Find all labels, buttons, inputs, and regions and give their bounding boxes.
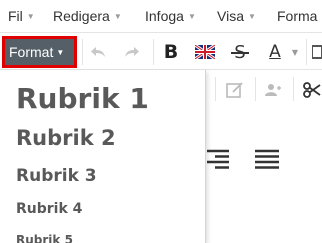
chevron-down-icon: ▼ (56, 48, 65, 57)
undo-icon[interactable] (88, 40, 108, 64)
chevron-down-icon: ▼ (247, 12, 256, 21)
menu-edit-label: Redigera (53, 8, 110, 24)
format-button-inner: Format ▼ (5, 39, 74, 65)
toolbar-separator (306, 39, 307, 65)
language-flag-icon[interactable] (194, 40, 216, 64)
menu-edit[interactable]: Redigera ▼ (53, 0, 122, 32)
format-dropdown-menu: Rubrik 1 Rubrik 2 Rubrik 3 Rubrik 4 Rubr… (0, 70, 206, 243)
toolbar-separator (215, 77, 216, 101)
menu-file[interactable]: Fil ▼ (8, 0, 35, 32)
bold-glyph: B (163, 41, 179, 63)
toolbar-separator (82, 39, 83, 65)
toolbar-separator (255, 77, 256, 101)
menu-insert[interactable]: Infoga ▼ (145, 0, 196, 32)
menu-item-heading-3[interactable]: Rubrik 3 (16, 166, 97, 186)
redo-icon[interactable] (122, 40, 142, 64)
editor-body (205, 108, 322, 243)
toolbar-row-2 (205, 70, 322, 108)
menu-file-label: Fil (8, 8, 23, 24)
strikethrough-icon[interactable]: S (230, 40, 250, 64)
menu-bar: Fil ▼ Redigera ▼ Infoga ▼ Visa ▼ Forma (0, 0, 322, 33)
toolbar-separator (153, 39, 154, 65)
text-color-glyph: A (269, 42, 281, 62)
menu-format-label: Forma (277, 8, 318, 24)
align-right-icon[interactable] (205, 148, 231, 170)
chevron-down-icon: ▼ (26, 12, 35, 21)
chevron-down-icon: ▼ (187, 12, 196, 21)
menu-item-heading-2[interactable]: Rubrik 2 (16, 126, 116, 150)
menu-view[interactable]: Visa ▼ (217, 0, 256, 32)
text-color-icon[interactable]: A (265, 40, 285, 64)
chevron-down-icon: ▼ (113, 12, 122, 21)
users-icon[interactable] (263, 78, 283, 102)
format-dropdown-button[interactable]: Format ▼ (2, 36, 77, 68)
menu-format[interactable]: Forma (277, 0, 317, 32)
format-button-label: Format (9, 44, 54, 60)
menu-item-heading-5[interactable]: Rubrik 5 (16, 233, 73, 243)
edit-icon[interactable] (225, 78, 245, 102)
strike-line (231, 52, 249, 54)
toolbar-separator (293, 77, 294, 101)
partial-toolbar-icon[interactable] (312, 40, 322, 64)
toolbar: Format▼ B S A ▼ (0, 33, 322, 70)
menu-insert-label: Infoga (145, 8, 184, 24)
menu-item-heading-1[interactable]: Rubrik 1 (16, 82, 149, 115)
menu-view-label: Visa (217, 8, 244, 24)
bold-icon[interactable]: B (160, 40, 182, 64)
menu-item-heading-4[interactable]: Rubrik 4 (16, 201, 82, 217)
chevron-down-icon[interactable]: ▼ (289, 40, 301, 64)
align-justify-icon[interactable] (253, 148, 281, 170)
cut-icon[interactable] (302, 78, 322, 102)
